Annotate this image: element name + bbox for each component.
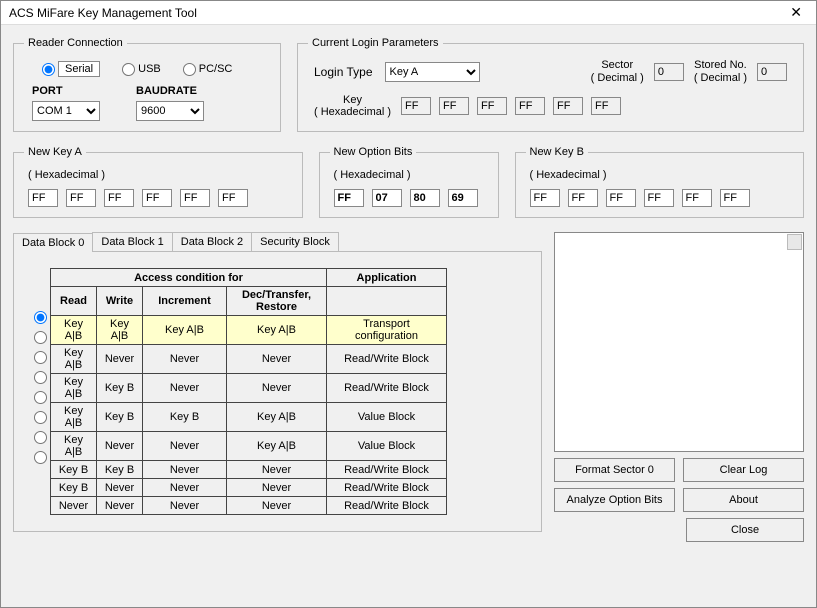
login-key-hex [401, 97, 621, 115]
table-row: Key BKey BNeverNeverRead/Write Block [51, 461, 447, 479]
login-params-group: Current Login Parameters Login Type Key … [297, 37, 804, 132]
login-key-4 [553, 97, 583, 115]
scrollbar-up-icon[interactable] [787, 234, 802, 250]
log-area[interactable] [554, 232, 804, 452]
new-key-a-legend: New Key A [24, 146, 86, 158]
tabs: Data Block 0 Data Block 1 Data Block 2 S… [13, 232, 542, 251]
radio-pcsc[interactable]: PC/SC [183, 63, 233, 76]
tab-datablock1[interactable]: Data Block 1 [92, 232, 172, 251]
titlebar: ACS MiFare Key Management Tool ✕ [1, 1, 816, 25]
table-row: Key A|BKey A|BKey A|BKey A|BTransport co… [51, 316, 447, 345]
login-legend: Current Login Parameters [308, 37, 443, 49]
keyb-3[interactable] [644, 189, 674, 207]
row-radio-3[interactable] [34, 371, 47, 384]
keyb-1[interactable] [568, 189, 598, 207]
baud-select[interactable]: 9600 [136, 101, 204, 121]
table-row: Key BNeverNeverNeverRead/Write Block [51, 479, 447, 497]
keya-1[interactable] [66, 189, 96, 207]
keya-0[interactable] [28, 189, 58, 207]
keyb-5[interactable] [720, 189, 750, 207]
keyb-2[interactable] [606, 189, 636, 207]
option-bits-legend: New Option Bits [330, 146, 417, 158]
table-row: Key A|BNeverNeverKey A|BValue Block [51, 432, 447, 461]
opt-1[interactable] [372, 189, 402, 207]
analyze-option-bits-button[interactable]: Analyze Option Bits [554, 488, 675, 512]
radio-usb[interactable]: USB [122, 63, 161, 76]
clear-log-button[interactable]: Clear Log [683, 458, 804, 482]
login-key-2 [477, 97, 507, 115]
close-icon[interactable]: ✕ [784, 4, 808, 21]
row-radio-4[interactable] [34, 391, 47, 404]
login-key-0 [401, 97, 431, 115]
opt-3[interactable] [448, 189, 478, 207]
login-type-select[interactable]: Key A [385, 62, 480, 82]
baud-label: BAUDRATE [136, 85, 204, 97]
stored-input [757, 63, 787, 81]
table-row: Key A|BKey BNeverNeverRead/Write Block [51, 374, 447, 403]
new-key-b-legend: New Key B [526, 146, 588, 158]
table-row: Key A|BNeverNeverNeverRead/Write Block [51, 345, 447, 374]
keya-2[interactable] [104, 189, 134, 207]
login-key-5 [591, 97, 621, 115]
row-radio-2[interactable] [34, 351, 47, 364]
key-label: Key( Hexadecimal ) [314, 94, 391, 118]
window-title: ACS MiFare Key Management Tool [9, 6, 197, 20]
table-row: NeverNeverNeverNeverRead/Write Block [51, 497, 447, 515]
tab-securityblock[interactable]: Security Block [251, 232, 339, 251]
login-key-1 [439, 97, 469, 115]
tab-panel: Access condition for Application Read Wr… [13, 251, 542, 532]
login-type-label: Login Type [314, 65, 373, 79]
row-radio-7[interactable] [34, 451, 47, 464]
row-radio-0[interactable] [34, 311, 47, 324]
about-button[interactable]: About [683, 488, 804, 512]
sector-input [654, 63, 684, 81]
row-radio-column [28, 268, 50, 515]
new-key-a-group: New Key A ( Hexadecimal ) [13, 146, 303, 218]
keyb-4[interactable] [682, 189, 712, 207]
keyb-0[interactable] [530, 189, 560, 207]
reader-legend: Reader Connection [24, 37, 127, 49]
login-key-3 [515, 97, 545, 115]
port-label: PORT [32, 85, 100, 97]
opt-0[interactable] [334, 189, 364, 207]
radio-serial[interactable]: Serial [42, 61, 100, 77]
keya-3[interactable] [142, 189, 172, 207]
stored-label: Stored No.( Decimal ) [694, 59, 747, 84]
reader-connection-group: Reader Connection Serial USB PC/SC PORT … [13, 37, 281, 132]
tab-datablock0[interactable]: Data Block 0 [13, 233, 93, 252]
close-button[interactable]: Close [686, 518, 804, 542]
new-key-b-group: New Key B ( Hexadecimal ) [515, 146, 805, 218]
row-radio-5[interactable] [34, 411, 47, 424]
option-bits-group: New Option Bits ( Hexadecimal ) [319, 146, 499, 218]
port-select[interactable]: COM 1 [32, 101, 100, 121]
format-sector-button[interactable]: Format Sector 0 [554, 458, 675, 482]
keya-4[interactable] [180, 189, 210, 207]
access-table: Access condition for Application Read Wr… [50, 268, 447, 515]
row-radio-1[interactable] [34, 331, 47, 344]
keya-5[interactable] [218, 189, 248, 207]
content-area: Reader Connection Serial USB PC/SC PORT … [1, 25, 816, 554]
app-window: ACS MiFare Key Management Tool ✕ Reader … [0, 0, 817, 608]
row-radio-6[interactable] [34, 431, 47, 444]
tab-datablock2[interactable]: Data Block 2 [172, 232, 252, 251]
opt-2[interactable] [410, 189, 440, 207]
sector-label: Sector( Decimal ) [591, 59, 644, 84]
table-row: Key A|BKey BKey BKey A|BValue Block [51, 403, 447, 432]
